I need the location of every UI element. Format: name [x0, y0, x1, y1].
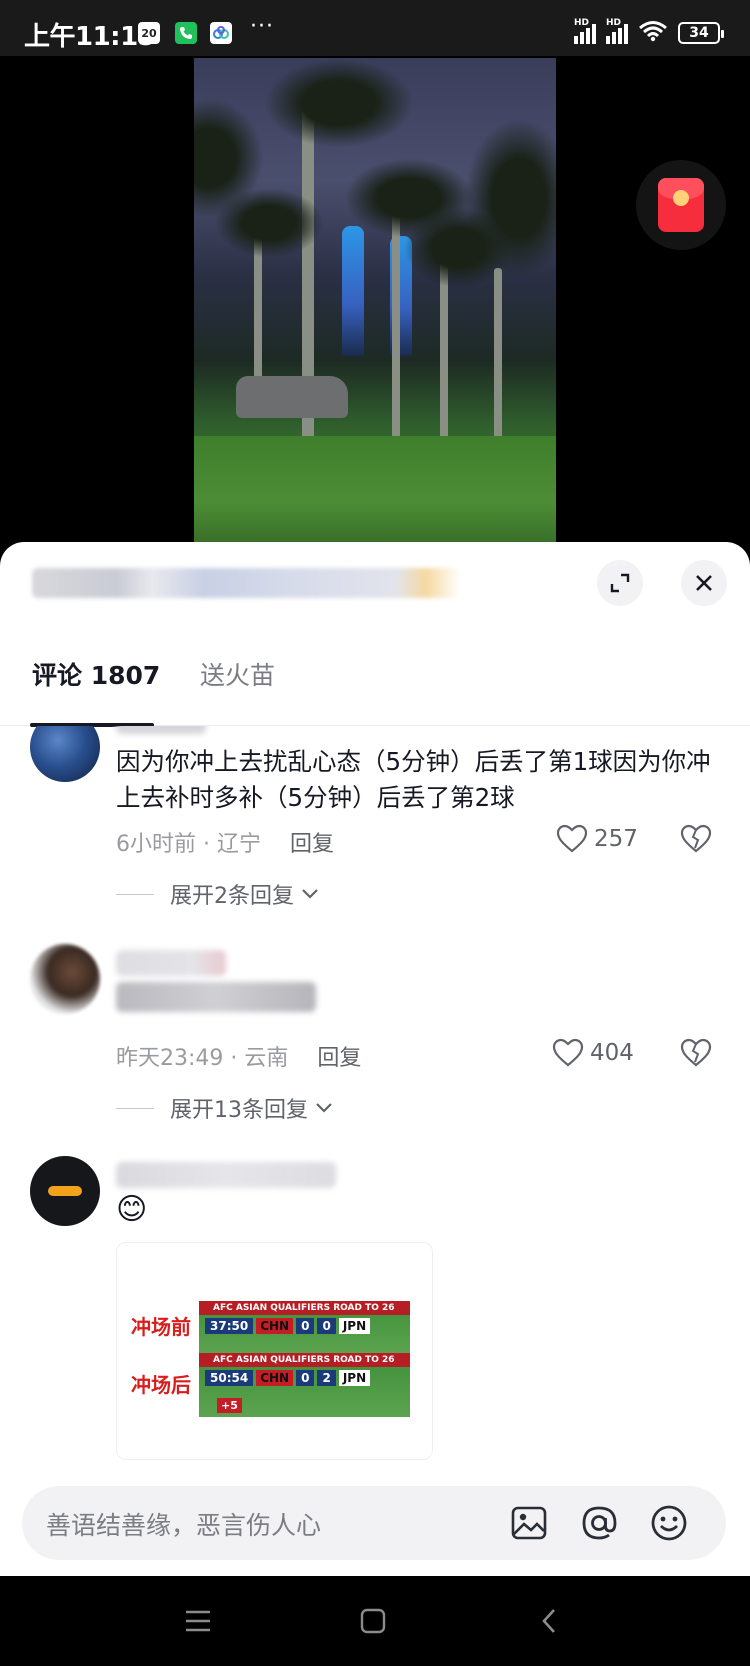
blurred-comment-text: [116, 982, 316, 1012]
chevron-down-icon: [316, 1103, 332, 1113]
expand-replies-button[interactable]: 展开13条回复: [116, 1092, 334, 1124]
hd-label: HD: [606, 17, 622, 28]
comment-time: 昨天23:49: [116, 1046, 224, 1071]
hd-label: HD: [574, 17, 590, 28]
cloud-app-icon: [210, 22, 232, 44]
score-home: 0: [296, 1318, 315, 1334]
image-picker-button[interactable]: [508, 1502, 550, 1544]
video-frame[interactable]: [194, 58, 556, 546]
signal-icon: HD: [574, 18, 596, 44]
comment-time: 6小时前: [116, 832, 196, 857]
broken-heart-icon: [680, 824, 712, 853]
like-count: 257: [594, 826, 638, 852]
system-nav-bar: [0, 1576, 750, 1666]
tab-comments[interactable]: 评论 1807: [32, 656, 160, 692]
heart-icon: [556, 824, 588, 853]
score-away: 2: [317, 1370, 336, 1386]
like-button[interactable]: 404: [552, 1038, 634, 1068]
calendar-icon: 20: [138, 22, 160, 44]
red-packet-icon: [658, 178, 704, 232]
comment-location: 云南: [244, 1046, 289, 1071]
chevron-down-icon: [302, 889, 318, 899]
status-right: HD HD 34: [574, 18, 724, 45]
avatar[interactable]: [30, 944, 100, 1014]
team-away: JPN: [338, 1370, 371, 1386]
signal-icon: HD: [606, 18, 628, 44]
team-home: CHN: [256, 1370, 294, 1386]
comment-image[interactable]: 冲场前 AFC ASIAN QUALIFIERS ROAD TO 26 37:5…: [116, 1242, 433, 1460]
expand-button[interactable]: [597, 560, 643, 606]
expand-replies-label: 展开2条回复: [170, 884, 294, 909]
video-player[interactable]: [0, 56, 750, 546]
back-nav-button[interactable]: [532, 1604, 566, 1638]
comment-meta: 昨天23:49 · 云南 回复: [116, 1046, 362, 1071]
avatar[interactable]: [30, 1156, 100, 1226]
team-home: CHN: [256, 1318, 294, 1334]
label-before: 冲场前: [131, 1315, 191, 1339]
menu-nav-button[interactable]: [181, 1604, 215, 1638]
wifi-icon: [638, 20, 668, 45]
tab-send-fire[interactable]: 送火苗: [200, 656, 275, 692]
status-time: 上午11:15: [24, 22, 156, 52]
score-home: 0: [296, 1370, 315, 1386]
mention-button[interactable]: [578, 1502, 620, 1544]
added-time: +5: [217, 1398, 242, 1413]
expand-icon: [610, 573, 630, 593]
comment-sheet: 评论 1807 送火苗 因为你冲上去扰乱心态（5分钟）后丢了第1球因为你冲上去补…: [0, 542, 750, 1576]
avatar[interactable]: [30, 726, 100, 782]
phone-icon: [175, 22, 197, 44]
comment-text: 因为你冲上去扰乱心态（5分钟）后丢了第1球因为你冲上去补时多补（5分钟）后丢了第…: [116, 747, 711, 812]
blurred-username[interactable]: [116, 950, 226, 976]
match-time: 50:54: [205, 1370, 254, 1386]
expand-replies-label: 展开13条回复: [170, 1098, 308, 1123]
comment-input-bar: 善语结善缘，恶言伤人心: [0, 1476, 750, 1576]
dislike-button[interactable]: [680, 824, 712, 858]
label-after: 冲场后: [131, 1373, 191, 1397]
comment-input-placeholder: 善语结善缘，恶言伤人心: [46, 1511, 322, 1540]
blurred-username[interactable]: [116, 1162, 336, 1188]
comment-tabs: 评论 1807 送火苗: [0, 622, 750, 727]
status-bar: 上午11:15 20 ··· HD HD 34: [0, 0, 750, 60]
score-away: 0: [317, 1318, 336, 1334]
scoreboard-after: AFC ASIAN QUALIFIERS ROAD TO 26 50:54 CH…: [199, 1353, 410, 1417]
heart-icon: [552, 1038, 584, 1067]
home-nav-button[interactable]: [356, 1604, 390, 1638]
like-button[interactable]: 257: [556, 824, 638, 854]
emoji-icon: [651, 1505, 687, 1541]
close-button[interactable]: [681, 560, 727, 606]
comment-meta: 6小时前 · 辽宁 回复: [116, 832, 335, 857]
at-icon: [582, 1506, 617, 1540]
team-away: JPN: [338, 1318, 371, 1334]
comment-list[interactable]: 因为你冲上去扰乱心态（5分钟）后丢了第1球因为你冲上去补时多补（5分钟）后丢了第…: [0, 726, 750, 1478]
home-square-icon: [360, 1608, 386, 1634]
expand-replies-button[interactable]: 展开2条回复: [116, 878, 320, 910]
like-count: 404: [590, 1040, 634, 1066]
red-packet-button[interactable]: [636, 160, 726, 250]
smile-emoji: 😊: [116, 1192, 148, 1227]
battery-icon: 34: [678, 21, 724, 44]
broken-heart-icon: [680, 1038, 712, 1067]
blurred-username[interactable]: [116, 726, 206, 734]
sheet-header: [0, 542, 750, 622]
reply-button[interactable]: 回复: [317, 1046, 361, 1071]
emoji-button[interactable]: [648, 1502, 690, 1544]
scoreboard-title: AFC ASIAN QUALIFIERS ROAD TO 26: [199, 1301, 410, 1315]
more-notifications-icon: ···: [250, 14, 274, 39]
menu-icon: [186, 1610, 210, 1632]
dislike-button[interactable]: [680, 1038, 712, 1072]
close-icon: [696, 575, 712, 591]
back-icon: [542, 1609, 555, 1633]
scoreboard-before: AFC ASIAN QUALIFIERS ROAD TO 26 37:50 CH…: [199, 1301, 410, 1353]
match-time: 37:50: [205, 1318, 254, 1334]
comment-location: 辽宁: [217, 832, 262, 857]
blurred-video-title: [32, 568, 460, 598]
scoreboard-title: AFC ASIAN QUALIFIERS ROAD TO 26: [199, 1353, 410, 1367]
image-icon: [511, 1506, 547, 1540]
reply-button[interactable]: 回复: [290, 832, 334, 857]
comment-input[interactable]: 善语结善缘，恶言伤人心: [22, 1486, 726, 1560]
